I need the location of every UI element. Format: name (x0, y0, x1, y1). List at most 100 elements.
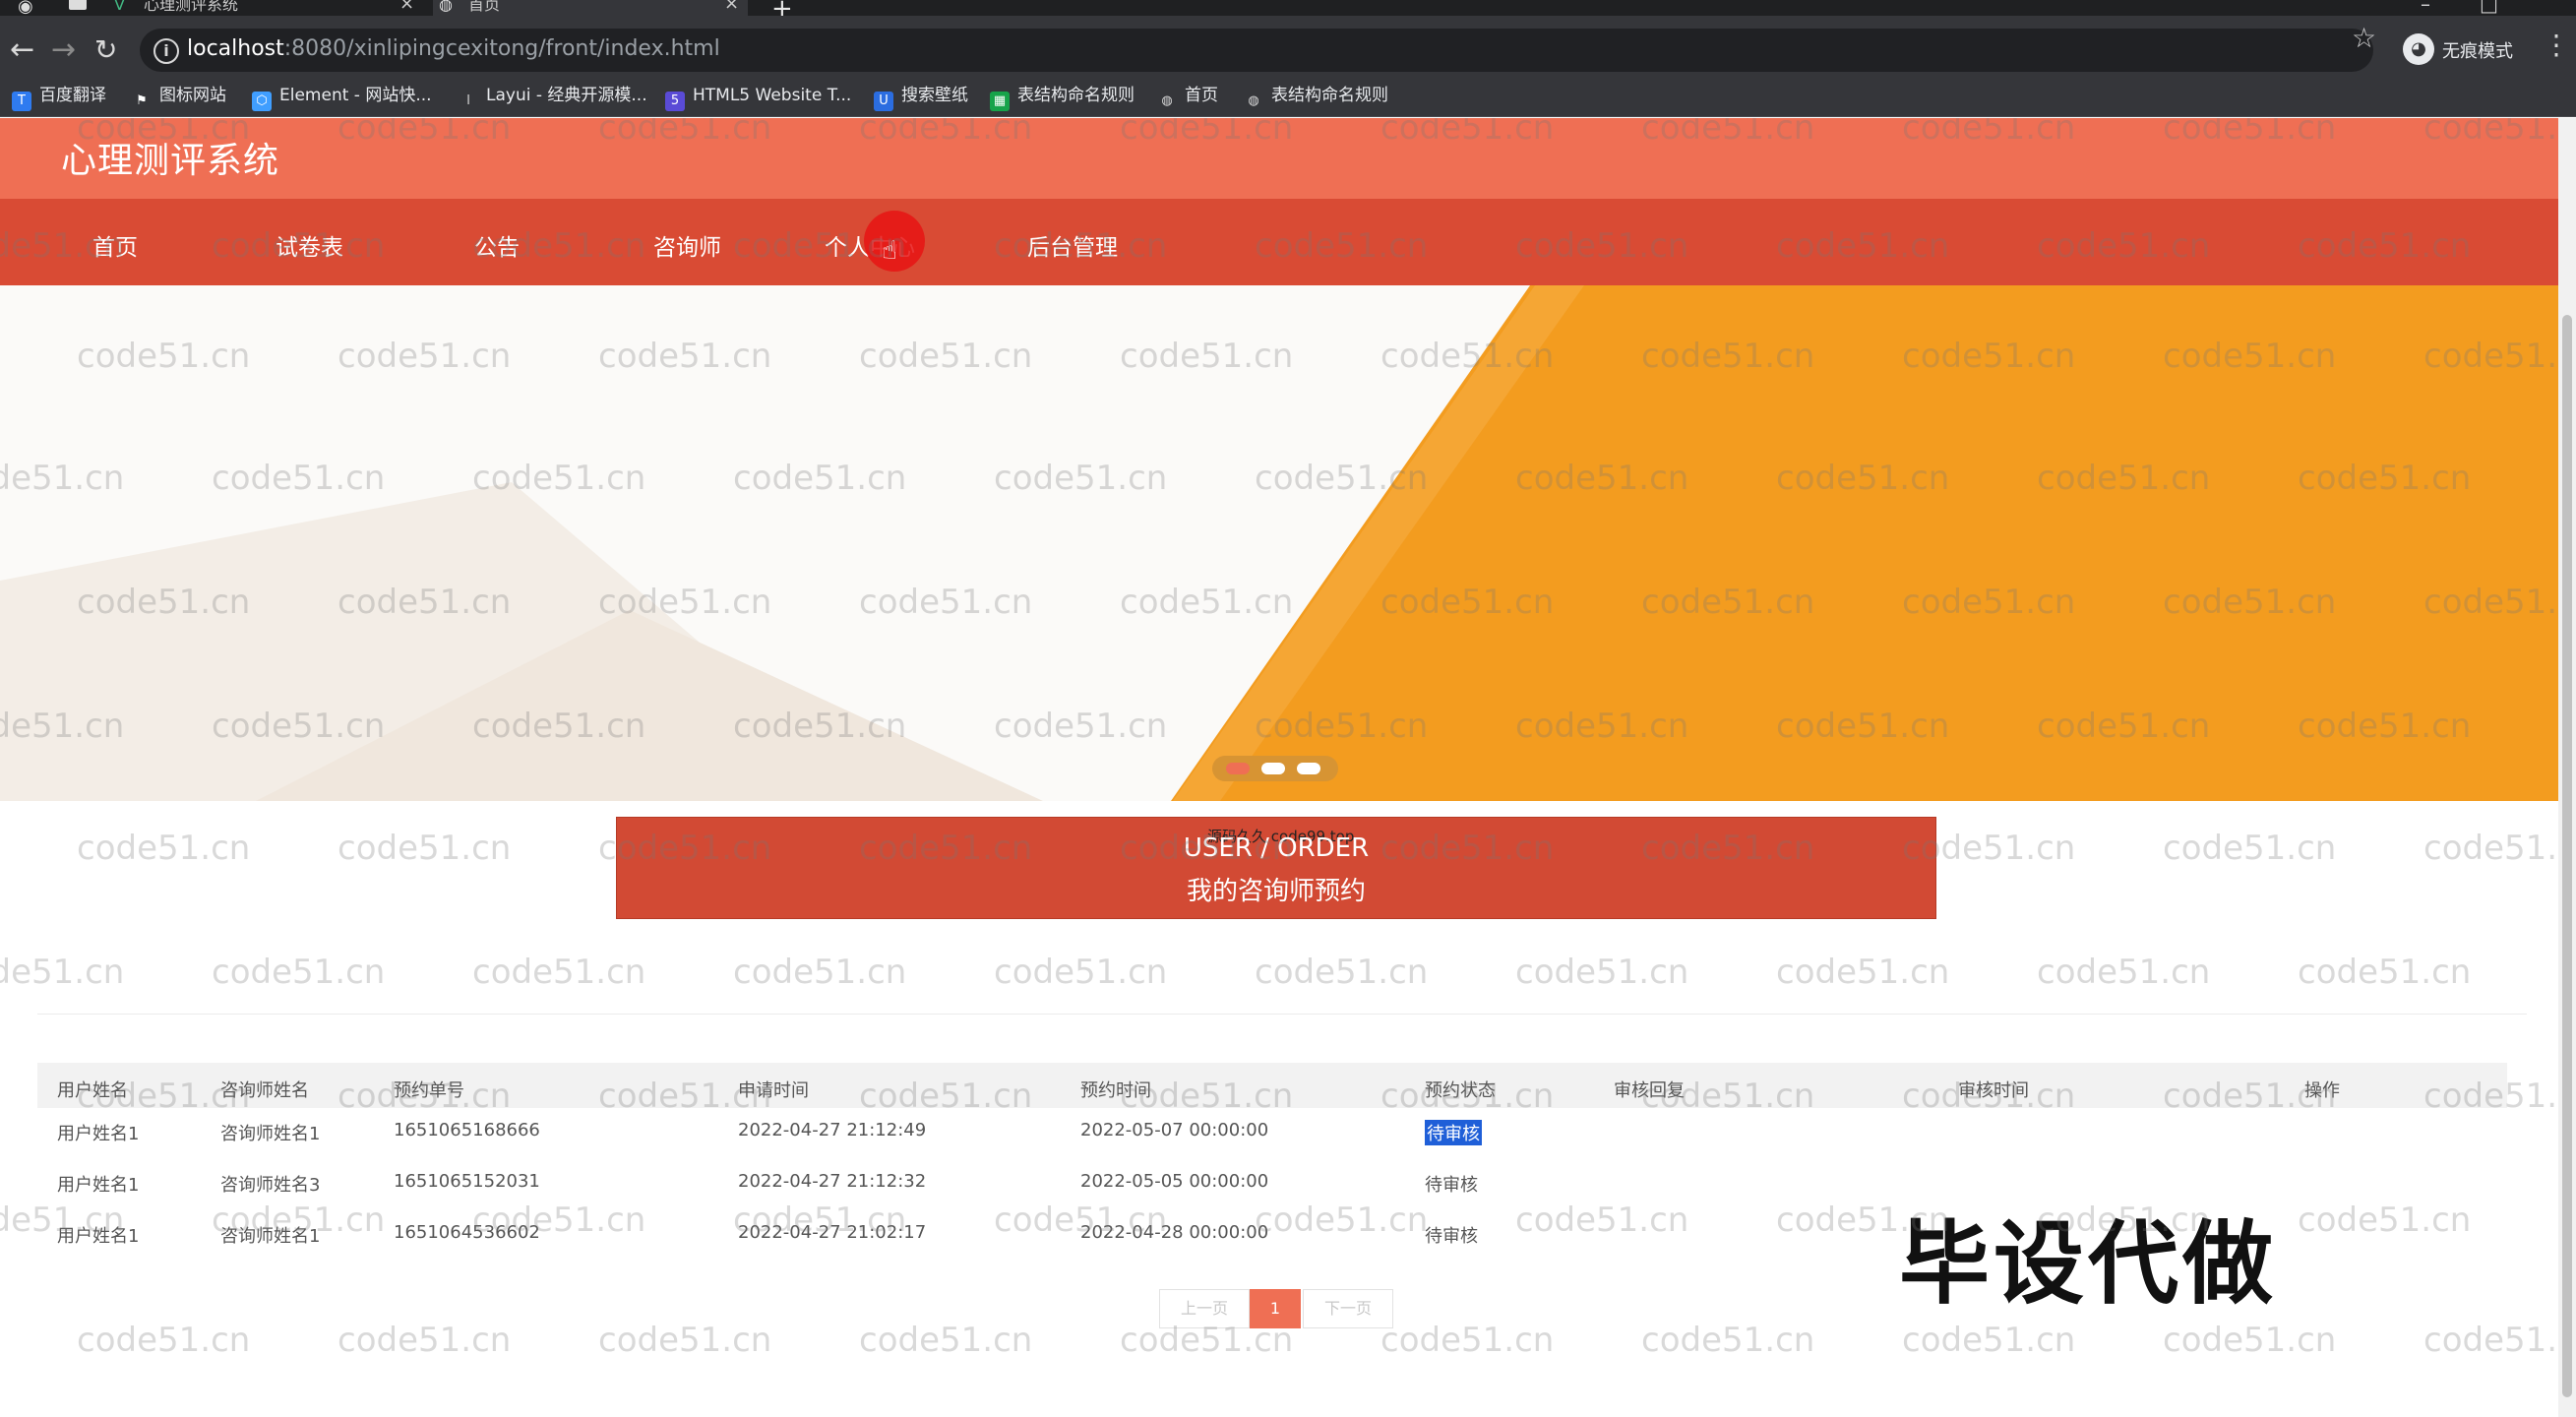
nav-admin[interactable]: 后台管理 (1027, 228, 1118, 262)
scrollbar[interactable] (2558, 118, 2576, 1417)
site-header: 心理测评系统 (0, 118, 2558, 199)
globe-icon: ◍ (1248, 93, 1259, 108)
cell-appointment-time: 2022-05-05 00:00:00 (1080, 1171, 1269, 1192)
nav-counselors[interactable]: 咨询师 (653, 228, 721, 262)
nav-home[interactable]: 首页 (92, 228, 138, 262)
incognito-label: 无痕模式 (2442, 41, 2513, 62)
watermark-text: code51.cn (0, 953, 125, 992)
bookmark-item[interactable]: ◍ 首页 (1157, 83, 1218, 108)
bookmark-item[interactable]: T 百度翻译 (12, 83, 106, 111)
section-title-cn: 我的咨询师预约 (1186, 877, 1366, 906)
close-icon[interactable]: × (724, 0, 739, 13)
page-button-current[interactable]: 1 (1250, 1289, 1301, 1328)
cell-appointment-time: 2022-04-28 00:00:00 (1080, 1222, 1269, 1243)
html5-icon: 5 (665, 92, 685, 111)
translate-icon: T (12, 92, 31, 111)
carousel-dot[interactable] (1226, 763, 1250, 774)
back-icon[interactable]: ← (10, 33, 34, 67)
layui-icon: l (466, 93, 470, 108)
cell-counselor-name: 咨询师姓名1 (220, 1226, 321, 1247)
column-header: 咨询师姓名 (220, 1080, 309, 1101)
cell-apply-time: 2022-04-27 21:12:32 (738, 1171, 927, 1192)
carousel-dot[interactable] (1261, 763, 1285, 774)
sheet-icon: ▦ (990, 92, 1010, 111)
column-header: 预约时间 (1080, 1080, 1151, 1101)
watermark-text: code51.cn (1380, 1321, 1555, 1360)
menu-icon[interactable]: ⋮ (2543, 31, 2570, 59)
bookmark-item[interactable]: ◍ 表结构命名规则 (1244, 83, 1388, 108)
column-header: 审核回复 (1614, 1080, 1685, 1101)
nav-notices[interactable]: 公告 (474, 228, 520, 262)
watermark-text: code51.cn (733, 953, 907, 992)
bookmark-item[interactable]: ⬡ Element - 网站快... (252, 83, 432, 111)
watermark-text: code51.cn (1776, 953, 1950, 992)
bookmark-item[interactable]: ▦ 表结构命名规则 (990, 83, 1135, 111)
watermark-text: code51.cn (212, 953, 386, 992)
column-header: 操作 (2304, 1080, 2340, 1101)
carousel-banner[interactable] (0, 285, 2558, 801)
bookmark-item[interactable]: l Layui - 经典开源模... (459, 83, 646, 108)
column-header: 预约单号 (394, 1080, 464, 1101)
info-icon[interactable]: i (153, 38, 179, 64)
browser-tab-2[interactable]: ◍ 首页 × (433, 0, 748, 16)
watermark-text: code51.cn (337, 1321, 512, 1360)
cell-counselor-name: 咨询师姓名3 (220, 1175, 321, 1196)
watermark-text: code51.cn (2298, 953, 2472, 992)
bookmark-item[interactable]: U 搜索壁纸 (874, 83, 968, 111)
bookmarks-bar: T 百度翻译 ⚑ 图标网站 ⬡ Element - 网站快... l Layui - 经… (0, 75, 2576, 117)
site-title: 心理测评系统 (61, 141, 280, 181)
cell-apply-time: 2022-04-27 21:12:49 (738, 1120, 927, 1140)
next-page-button[interactable]: 下一页 (1303, 1289, 1393, 1328)
globe-icon: ◍ (439, 0, 453, 14)
bookmark-item[interactable]: 5 HTML5 Website T... (665, 83, 851, 111)
browser-tab-1[interactable]: V 心理测评系统 × (108, 0, 423, 16)
cell-status: 待审核 (1425, 1175, 1478, 1196)
cell-counselor-name: 咨询师姓名1 (220, 1124, 321, 1144)
forward-icon[interactable]: → (51, 33, 76, 67)
column-header: 申请时间 (738, 1080, 809, 1101)
bookmark-star-icon[interactable]: ☆ (2352, 22, 2376, 54)
watermark-text: code51.cn (2163, 829, 2337, 868)
url-text: localhost:8080/xinlipingcexitong/front/i… (187, 36, 720, 61)
watermark-text: code51.cn (2423, 1321, 2558, 1360)
close-icon[interactable]: × (399, 0, 414, 13)
watermark-text: code51.cn (337, 829, 512, 868)
divider (37, 1014, 2527, 1015)
vue-icon: V (114, 0, 125, 14)
watermark-text: code51.cn (598, 1321, 772, 1360)
page-icon (69, 0, 87, 10)
tab-title: 心理测评系统 (144, 0, 239, 14)
globe-icon: ◍ (1161, 93, 1173, 108)
bookmark-item[interactable]: ⚑ 图标网站 (132, 83, 226, 108)
url-input[interactable]: i localhost:8080/xinlipingcexitong/front… (140, 29, 2373, 72)
cell-order-number: 1651065168666 (394, 1120, 540, 1140)
cell-apply-time: 2022-04-27 21:02:17 (738, 1222, 927, 1243)
table-row[interactable]: 用户姓名1 咨询师姓名1 1651065168666 2022-04-27 21… (37, 1108, 2507, 1157)
browser-tab-bar: ◉ V 心理测评系统 × ◍ 首页 × + – □ (0, 0, 2576, 24)
maximize-icon[interactable]: □ (2480, 0, 2498, 16)
cell-user-name: 用户姓名1 (57, 1226, 140, 1247)
chrome-icon: ◉ (18, 0, 33, 17)
reload-icon[interactable]: ↻ (94, 33, 117, 67)
wallpaper-icon: U (874, 92, 893, 111)
cell-order-number: 1651065152031 (394, 1171, 540, 1192)
watermark-text: code51.cn (2037, 953, 2211, 992)
carousel-dot[interactable] (1297, 763, 1320, 774)
column-header: 预约状态 (1425, 1080, 1496, 1101)
watermark-text: code51.cn (2423, 829, 2558, 868)
minimize-icon[interactable]: – (2421, 0, 2430, 16)
cell-status: 待审核 (1425, 1120, 1482, 1145)
promo-stamp-text: 毕设代做 (1899, 1211, 2278, 1317)
watermark-text: code51.cn (2163, 1321, 2337, 1360)
cell-order-number: 1651064536602 (394, 1222, 540, 1243)
watermark-text: code51.cn (994, 953, 1168, 992)
watermark-text: code51.cn (1902, 1321, 2076, 1360)
scrollbar-thumb[interactable] (2562, 315, 2572, 1397)
section-title-en: USER / ORDER (1183, 833, 1370, 863)
cell-user-name: 用户姓名1 (57, 1124, 140, 1144)
incognito-icon: ◕ (2403, 33, 2434, 65)
watermark-text: code51.cn (859, 1321, 1033, 1360)
watermark-text: code51.cn (77, 1321, 251, 1360)
prev-page-button[interactable]: 上一页 (1159, 1289, 1250, 1328)
nav-exam-papers[interactable]: 试卷表 (276, 228, 343, 262)
